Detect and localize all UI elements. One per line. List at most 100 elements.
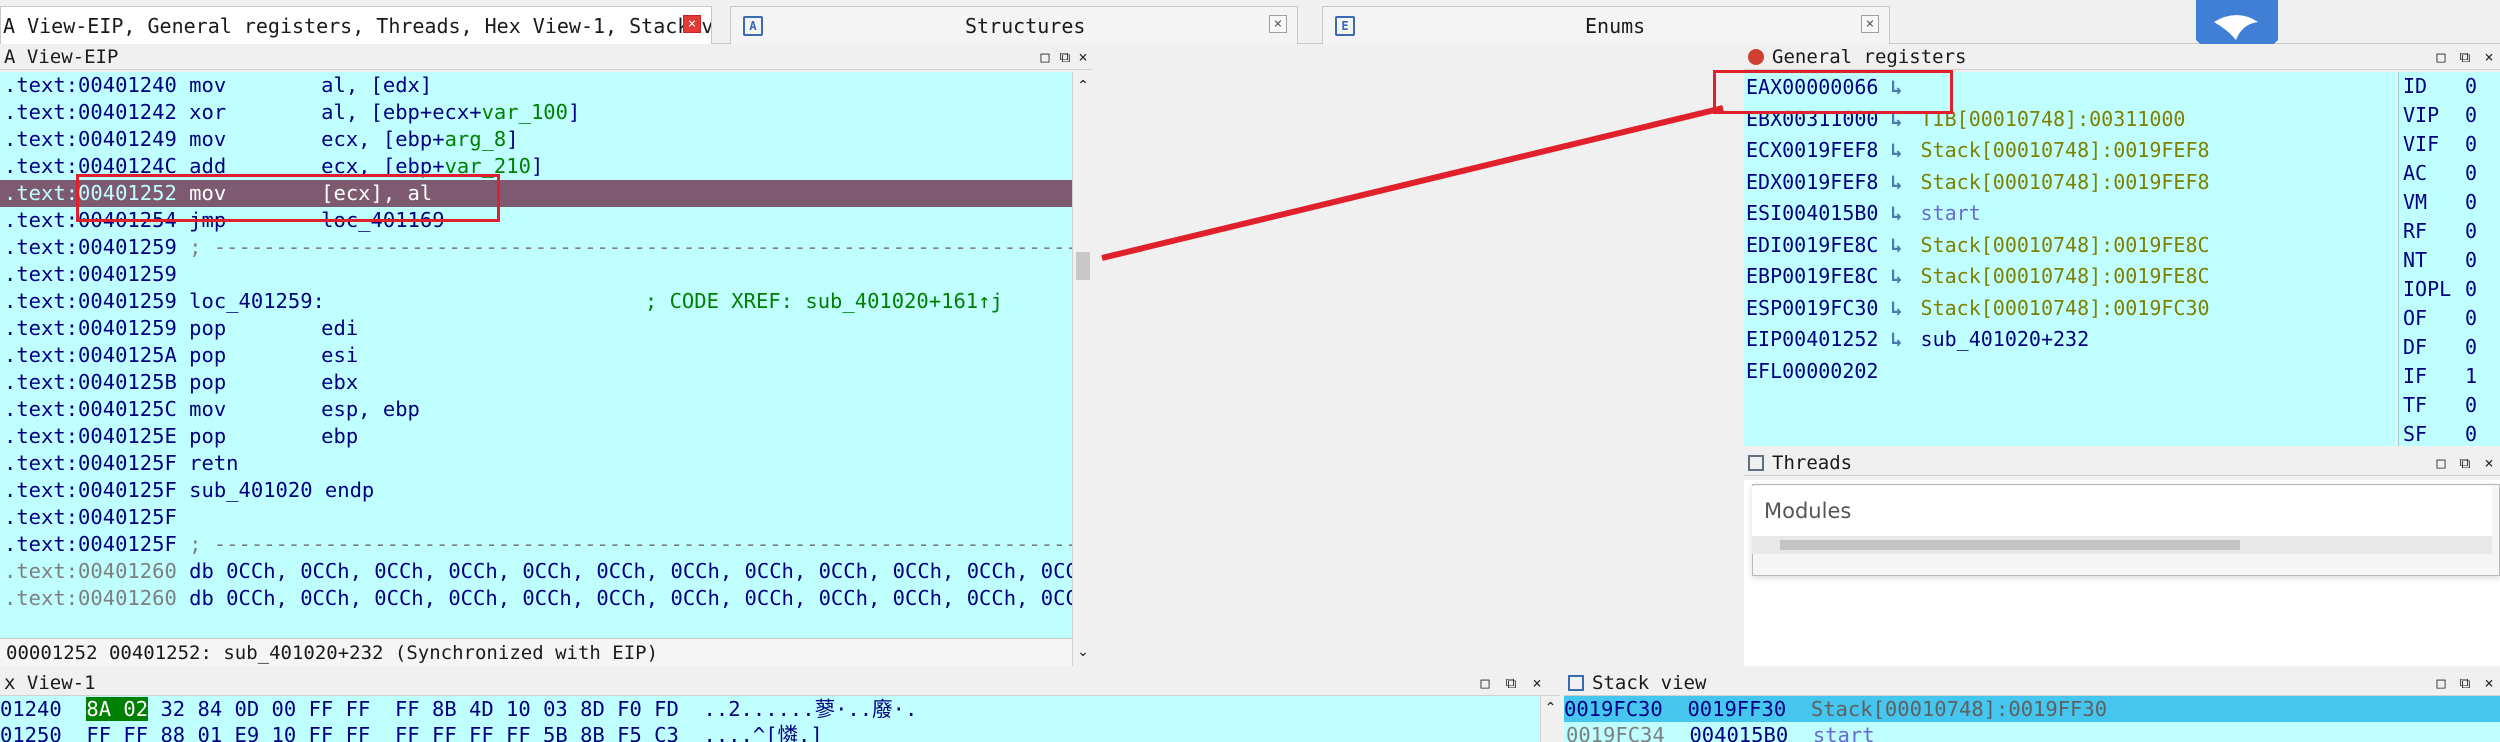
flag-value[interactable]: 0: [2465, 306, 2477, 330]
tab-structures[interactable]: A Structures ×: [730, 6, 1298, 44]
register-row[interactable]: EFL00000202: [1746, 356, 1891, 386]
register-value[interactable]: 00401252: [1782, 327, 1878, 351]
hexview-vertical-scrollbar[interactable]: ⌃: [1540, 696, 1560, 742]
jump-arrow-icon[interactable]: ↳: [1891, 135, 1909, 165]
disassembly-listing[interactable]: .text:00401240 mov al, [edx] .text:0040124…: [0, 72, 1072, 638]
flag-row[interactable]: VM 0: [2403, 188, 2499, 217]
flag-value[interactable]: 0: [2465, 103, 2477, 127]
register-value[interactable]: 00000202: [1782, 359, 1878, 383]
flag-value[interactable]: 0: [2465, 219, 2477, 243]
close-icon[interactable]: ×: [2480, 674, 2498, 692]
chevron-down-icon[interactable]: ⌄: [1075, 644, 1091, 660]
chevron-up-icon[interactable]: ⌃: [1075, 78, 1091, 94]
disasm-line[interactable]: .text:00401260 db 0CCh, 0CCh, 0CCh, 0CCh…: [4, 585, 1072, 612]
disasm-operands[interactable]: ebp: [321, 424, 358, 448]
disasm-line[interactable]: .text:00401240 mov al, [edx]: [4, 72, 432, 99]
close-icon[interactable]: ×: [1861, 15, 1879, 33]
jump-arrow-icon[interactable]: ↳: [1891, 293, 1909, 323]
disasm-comment[interactable]: ; CODE XREF: sub_401020+161↑j: [645, 289, 1003, 313]
register-value[interactable]: 004015B0: [1782, 201, 1878, 225]
flag-value[interactable]: 0: [2465, 132, 2477, 156]
disasm-operands[interactable]: edi: [321, 316, 358, 340]
flag-row[interactable]: DF 0: [2403, 333, 2499, 362]
disasm-line[interactable]: .text:0040125B pop ebx: [4, 369, 358, 396]
disasm-line[interactable]: .text:0040125E pop ebp: [4, 423, 358, 450]
flag-value[interactable]: 0: [2465, 248, 2477, 272]
register-row[interactable]: EIP00401252 ↳ sub_401020+232: [1746, 324, 2089, 354]
flag-row[interactable]: IF 1: [2403, 362, 2499, 391]
flag-value[interactable]: 0: [2465, 393, 2477, 417]
register-row[interactable]: EBP0019FE8C ↳ Stack[00010748]:0019FE8C: [1746, 261, 2210, 291]
maximize-icon[interactable]: □: [2432, 454, 2450, 472]
disasm-line[interactable]: .text:0040125F sub_401020 endp: [4, 477, 374, 504]
close-icon[interactable]: ×: [1528, 674, 1546, 692]
jump-arrow-icon[interactable]: ↳: [1891, 167, 1909, 197]
disasm-line[interactable]: .text:00401259 ; -----------------------…: [4, 234, 1072, 261]
close-icon[interactable]: ×: [1074, 48, 1092, 66]
close-icon[interactable]: ×: [683, 15, 701, 33]
chevron-up-icon[interactable]: ⌃: [1541, 700, 1560, 716]
flag-row[interactable]: OF 0: [2403, 304, 2499, 333]
disasm-line[interactable]: .text:0040125F: [4, 504, 321, 531]
disasm-line[interactable]: .text:00401259 pop edi: [4, 315, 358, 342]
flag-row[interactable]: IOPL 0: [2403, 275, 2499, 304]
flag-value[interactable]: 0: [2465, 277, 2477, 301]
register-row[interactable]: ESI004015B0 ↳ start: [1746, 198, 1981, 228]
register-row[interactable]: EDI0019FE8C ↳ Stack[00010748]:0019FE8C: [1746, 230, 2210, 260]
flag-row[interactable]: SF 0: [2403, 420, 2499, 446]
disasm-operands[interactable]: ebx: [321, 370, 358, 394]
disasm-variable[interactable]: var_100: [482, 100, 568, 124]
tab-ida-view-eip[interactable]: A View-EIP, General registers, Threads, …: [0, 6, 712, 44]
float-icon[interactable]: ⧉: [2456, 674, 2474, 692]
close-icon[interactable]: ×: [1269, 15, 1287, 33]
disasm-line[interactable]: .text:0040125C mov esp, ebp: [4, 396, 420, 423]
disasm-operands[interactable]: ecx, [ebp+: [321, 127, 444, 151]
float-icon[interactable]: ⧉: [2456, 454, 2474, 472]
close-icon[interactable]: ×: [2480, 48, 2498, 66]
disasm-line[interactable]: .text:00401259: [4, 261, 321, 288]
flag-value[interactable]: 0: [2465, 161, 2477, 185]
scrollbar-thumb[interactable]: [1076, 252, 1090, 280]
float-icon[interactable]: ⧉: [1056, 48, 1074, 66]
maximize-icon[interactable]: □: [1476, 674, 1494, 692]
flag-value[interactable]: 0: [2465, 335, 2477, 359]
stack-row-selected[interactable]: 0019FC30 0019FF30 Stack[00010748]:0019FF…: [1564, 696, 2500, 722]
register-value[interactable]: 0019FE8C: [1782, 264, 1878, 288]
flag-row[interactable]: AC 0: [2403, 159, 2499, 188]
flag-value[interactable]: 0: [2465, 190, 2477, 214]
hex-selected-bytes[interactable]: 8A 02: [86, 697, 149, 721]
flag-row[interactable]: TF 0: [2403, 391, 2499, 420]
jump-arrow-icon[interactable]: ↳: [1891, 198, 1909, 228]
disasm-operands[interactable]: al, [ebp+ecx+: [321, 100, 481, 124]
close-icon[interactable]: ×: [2480, 454, 2498, 472]
float-icon[interactable]: ⧉: [2456, 48, 2474, 66]
disasm-label[interactable]: sub_401020 endp: [189, 478, 374, 502]
disasm-operands[interactable]: esi: [321, 343, 358, 367]
flag-row[interactable]: RF 0: [2403, 217, 2499, 246]
jump-arrow-icon[interactable]: ↳: [1891, 230, 1909, 260]
flag-value[interactable]: 1: [2465, 364, 2477, 388]
disasm-line[interactable]: .text:00401259 loc_401259: ; CODE XREF: s…: [4, 288, 1003, 315]
flag-value[interactable]: 0: [2465, 74, 2477, 98]
register-value[interactable]: 0019FE8C: [1782, 233, 1878, 257]
jump-arrow-icon[interactable]: ↳: [1891, 261, 1909, 291]
maximize-icon[interactable]: □: [2432, 48, 2450, 66]
disasm-variable[interactable]: arg_8: [445, 127, 507, 151]
maximize-icon[interactable]: □: [1036, 48, 1054, 66]
register-row[interactable]: ESP0019FC30 ↳ Stack[00010748]:0019FC30: [1746, 293, 2210, 323]
stack-list[interactable]: 0019FC30 0019FF30 Stack[00010748]:0019FF…: [1564, 696, 2500, 742]
stack-row[interactable]: 0019FC34 004015B0 start: [1566, 722, 1875, 742]
disasm-operands[interactable]: al, [edx]: [321, 73, 432, 97]
register-value[interactable]: 0019FC30: [1782, 296, 1878, 320]
maximize-icon[interactable]: □: [2432, 674, 2450, 692]
hex-dump[interactable]: 01240 8A 02 32 84 0D 00 FF FF FF 8B 4D 1…: [0, 696, 1540, 742]
register-row[interactable]: ECX0019FEF8 ↳ Stack[00010748]:0019FEF8: [1746, 135, 2210, 165]
disasm-line[interactable]: .text:00401242 xor al, [ebp+ecx+var_100]: [4, 99, 580, 126]
disasm-line[interactable]: .text:00401249 mov ecx, [ebp+arg_8]: [4, 126, 519, 153]
register-value[interactable]: 0019FEF8: [1782, 138, 1878, 162]
general-registers-list[interactable]: EAX00000066 ↳ EBX00311000 ↳ TIB[00010748…: [1744, 72, 2396, 446]
disasm-label[interactable]: loc_401259:: [189, 289, 325, 313]
flag-value[interactable]: 0: [2465, 422, 2477, 446]
flag-row[interactable]: VIP 0: [2403, 101, 2499, 130]
flag-row[interactable]: ID 0: [2403, 72, 2499, 101]
